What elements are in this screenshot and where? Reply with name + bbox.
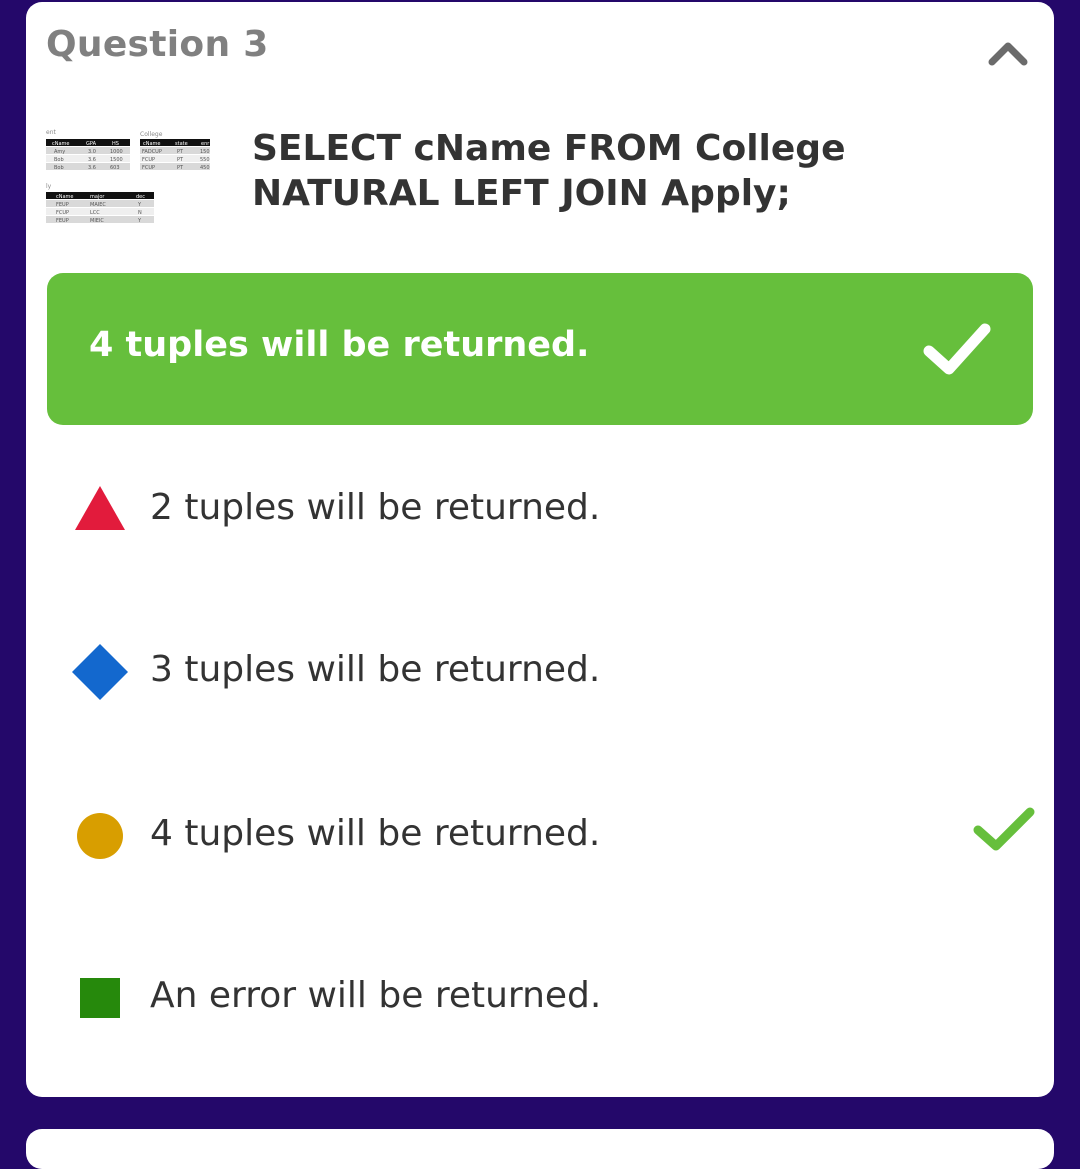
answer-option-2[interactable]: 3 tuples will be returned. [66,624,1026,714]
question-text: SELECT cName FROM College NATURAL LEFT J… [252,128,846,214]
triangle-icon [75,486,125,530]
square-icon [80,978,120,1018]
thumb-cell: 3.6 [88,157,96,163]
answer-option-1[interactable]: 2 tuples will be returned. [66,462,1026,552]
thumb-apply-header-1: cName [56,194,74,200]
thumb-label-student: ent [46,129,56,136]
answer-option-4[interactable]: An error will be returned. [66,950,1026,1040]
thumb-cell: FCUP [142,165,155,171]
thumb-label-apply: ly [46,183,52,190]
thumb-cell: FCUP [142,157,155,163]
collapse-button[interactable] [986,32,1030,72]
thumb-cell: LCC [90,210,100,216]
thumb-cell: FADCUP [142,149,162,155]
thumb-cell: Bob [54,165,64,171]
thumb-cell: FCUP [56,210,69,216]
thumb-college-header-3: enr [201,141,210,147]
circle-icon [77,813,123,859]
thumb-cell: Amy [54,149,65,155]
question-card: Question 3 ent cName GPA HS Amy 3.0 1000… [26,2,1054,1097]
chevron-up-icon [988,42,1028,66]
answer-option-label: 4 tuples will be returned. [150,813,601,854]
thumb-college-header-2: state [175,141,188,147]
thumb-apply-header-2: major [90,194,105,200]
thumb-label-college: College [140,131,163,138]
correct-answer-text: 4 tuples will be returned. [89,325,590,365]
question-title: Question 3 [46,24,269,65]
thumb-cell: PT [177,157,184,163]
next-question-card [26,1129,1054,1169]
thumb-cell: N [138,210,142,216]
thumb-cell: 450 [200,165,210,171]
diamond-icon [72,644,128,700]
thumb-cell: PT [177,149,184,155]
answer-option-label: An error will be returned. [150,975,602,1016]
thumb-cell: FEUP [56,218,69,224]
thumb-cell: 1500 [110,157,123,163]
answer-option-label: 2 tuples will be returned. [150,487,601,528]
answer-option-label: 3 tuples will be returned. [150,649,601,690]
thumb-cell: 3.6 [88,165,96,171]
thumb-cell: Bob [54,157,64,163]
thumb-student-header-1: cName [52,141,70,147]
thumb-cell: 3.0 [88,149,96,155]
thumb-cell: 550 [200,157,210,163]
thumb-cell: 150 [200,149,210,155]
correct-answer-banner[interactable]: 4 tuples will be returned. [47,273,1033,425]
checkmark-icon [973,807,1035,851]
thumb-student-header-2: GPA [86,141,97,147]
thumb-cell: PT [177,165,184,171]
thumb-student-header-3: HS [112,141,119,147]
thumb-college-header-1: cName [143,141,161,147]
thumb-cell: MAIEC [90,202,106,208]
thumb-apply-header-3: dec [136,194,145,200]
thumb-cell: FEUP [56,202,69,208]
thumb-cell: MIEIC [90,218,104,224]
checkmark-icon [923,323,991,375]
thumb-cell: 603 [110,165,120,171]
thumb-cell: 1000 [110,149,123,155]
answer-option-3[interactable]: 4 tuples will be returned. [66,788,1035,878]
question-image: ent cName GPA HS Amy 3.0 1000 Bob 3.6 15… [46,128,216,230]
